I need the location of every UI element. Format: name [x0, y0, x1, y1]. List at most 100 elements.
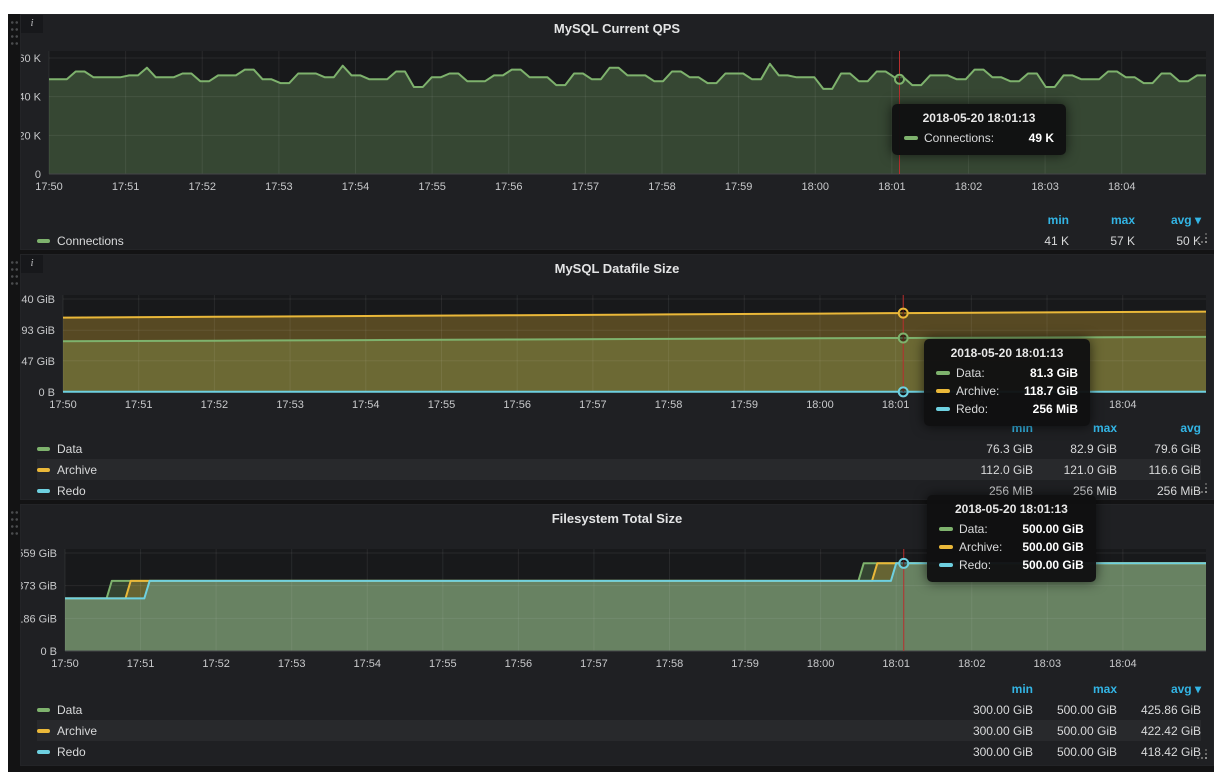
x-tick-label: 18:00 — [801, 181, 829, 193]
legend-avg-value: 418.42 GiB — [1117, 745, 1201, 759]
x-tick-label: 17:58 — [648, 181, 676, 193]
tooltip-series-value: 49 K — [1029, 131, 1054, 145]
crosshair-marker — [895, 75, 904, 84]
legend-min-value: 300.00 GiB — [949, 745, 1033, 759]
x-tick-label: 17:55 — [418, 181, 446, 193]
legend-sort-min[interactable]: min — [1003, 213, 1069, 227]
x-tick-label: 17:53 — [276, 399, 304, 411]
tooltip-row: Archive: 500.00 GiB — [939, 538, 1084, 556]
series-color-dash — [37, 447, 50, 451]
crosshair-marker — [899, 333, 908, 342]
tooltip-series-value: 81.3 GiB — [1030, 366, 1078, 380]
tooltip-series-value: 500.00 GiB — [1022, 558, 1083, 572]
x-tick-label: 18:04 — [1108, 181, 1136, 193]
x-tick-label: 17:54 — [342, 181, 370, 193]
y-tick-label: 0 B — [40, 646, 57, 658]
legend-avg-value: 422.42 GiB — [1117, 724, 1201, 738]
x-tick-label: 17:51 — [125, 399, 153, 411]
x-tick-label: 17:51 — [127, 658, 155, 670]
legend-max-value: 121.0 GiB — [1033, 463, 1117, 477]
x-tick-label: 18:02 — [958, 658, 986, 670]
legend-series-redo[interactable]: Redo — [37, 745, 949, 759]
legend-header-row: min max avg ▾ — [37, 678, 1201, 699]
legend-sort-avg[interactable]: avg ▾ — [1135, 213, 1201, 227]
row-drag-handle[interactable] — [10, 509, 19, 539]
x-tick-label: 18:04 — [1109, 658, 1137, 670]
x-tick-label: 18:01 — [882, 658, 910, 670]
legend-max-value: 57 K — [1069, 234, 1135, 248]
tooltip-series-value: 118.7 GiB — [1024, 384, 1078, 398]
legend-series-connections[interactable]: Connections — [37, 234, 1003, 248]
x-tick-label: 17:58 — [655, 399, 683, 411]
tooltip-series-label: Archive: — [956, 384, 999, 398]
tooltip-row: Data: 81.3 GiB — [936, 364, 1078, 382]
series-color-dash — [939, 527, 953, 531]
panel-resize-grip[interactable] — [1197, 749, 1208, 760]
legend-series-label: Data — [57, 442, 82, 456]
legend-avg-value: 116.6 GiB — [1117, 463, 1201, 477]
x-tick-label: 17:50 — [49, 399, 77, 411]
legend-min-value: 41 K — [1003, 234, 1069, 248]
x-tick-label: 17:55 — [429, 658, 457, 670]
legend-row-connections: Connections 41 K 57 K 50 K — [37, 230, 1201, 251]
legend-max-value: 500.00 GiB — [1033, 724, 1117, 738]
series-color-dash — [37, 708, 50, 712]
x-tick-label: 17:54 — [352, 399, 380, 411]
legend-row-archive: Archive 300.00 GiB 500.00 GiB 422.42 GiB — [37, 720, 1201, 741]
y-tick-label: 140 GiB — [21, 294, 55, 306]
legend-series-data[interactable]: Data — [37, 442, 949, 456]
tooltip-timestamp: 2018-05-20 18:01:13 — [936, 346, 1078, 360]
x-tick-label: 17:58 — [656, 658, 684, 670]
x-tick-label: 17:50 — [51, 658, 79, 670]
legend-sort-max[interactable]: max — [1033, 682, 1117, 696]
legend-max-value: 500.00 GiB — [1033, 745, 1117, 759]
info-icon[interactable]: i — [21, 15, 43, 33]
legend-max-value: 500.00 GiB — [1033, 703, 1117, 717]
legend-series-archive[interactable]: Archive — [37, 724, 949, 738]
x-tick-label: 17:57 — [572, 181, 600, 193]
graph-tooltip-qps: 2018-05-20 18:01:13 Connections: 49 K — [892, 104, 1066, 155]
tooltip-series-label: Data: — [956, 366, 985, 380]
series-color-dash — [904, 136, 918, 140]
x-tick-label: 18:04 — [1109, 399, 1137, 411]
y-tick-label: 373 GiB — [21, 581, 57, 593]
panel-resize-grip[interactable] — [1197, 233, 1208, 244]
legend-sort-avg[interactable]: avg ▾ — [1117, 682, 1201, 696]
x-tick-label: 18:00 — [806, 399, 834, 411]
tooltip-timestamp: 2018-05-20 18:01:13 — [904, 111, 1054, 125]
legend-sort-min[interactable]: min — [949, 682, 1033, 696]
graph-tooltip-filesystem: 2018-05-20 18:01:13 Data: 500.00 GiB Arc… — [927, 495, 1096, 582]
legend-sort-max[interactable]: max — [1069, 213, 1135, 227]
legend-series-archive[interactable]: Archive — [37, 463, 949, 477]
legend-min-value: 76.3 GiB — [949, 442, 1033, 456]
crosshair-marker — [899, 387, 908, 396]
series-color-dash — [37, 239, 50, 243]
legend-avg-value: 79.6 GiB — [1117, 442, 1201, 456]
tooltip-series-label: Redo: — [956, 402, 988, 416]
legend-sort-avg[interactable]: avg — [1117, 421, 1201, 435]
info-icon[interactable]: i — [21, 255, 43, 273]
tooltip-series-value: 256 MiB — [1033, 402, 1078, 416]
series-color-dash — [939, 545, 953, 549]
row-drag-handle[interactable] — [10, 19, 19, 49]
legend-min-value: 112.0 GiB — [949, 463, 1033, 477]
legend-avg-value: 425.86 GiB — [1117, 703, 1201, 717]
legend-series-redo[interactable]: Redo — [37, 484, 949, 498]
legend-series-label: Data — [57, 703, 82, 717]
series-color-dash — [936, 389, 950, 393]
tooltip-row: Redo: 256 MiB — [936, 400, 1078, 418]
legend-min-value: 300.00 GiB — [949, 703, 1033, 717]
x-tick-label: 17:57 — [579, 399, 607, 411]
legend-series-data[interactable]: Data — [37, 703, 949, 717]
row-drag-handle[interactable] — [10, 259, 19, 289]
panel-title[interactable]: MySQL Datafile Size — [21, 261, 1213, 276]
x-tick-label: 17:52 — [202, 658, 230, 670]
x-tick-label: 17:53 — [278, 658, 306, 670]
panel-resize-grip[interactable] — [1197, 483, 1208, 494]
panel-title[interactable]: MySQL Current QPS — [21, 21, 1213, 36]
legend: min max avg Data 76.3 GiB 82.9 GiB 79.6 … — [37, 417, 1201, 501]
legend-avg-value: 256 MiB — [1117, 484, 1201, 498]
y-tick-label: 47 GiB — [21, 356, 55, 368]
tooltip-series-value: 500.00 GiB — [1022, 540, 1083, 554]
tooltip-series-label: Connections: — [924, 131, 994, 145]
